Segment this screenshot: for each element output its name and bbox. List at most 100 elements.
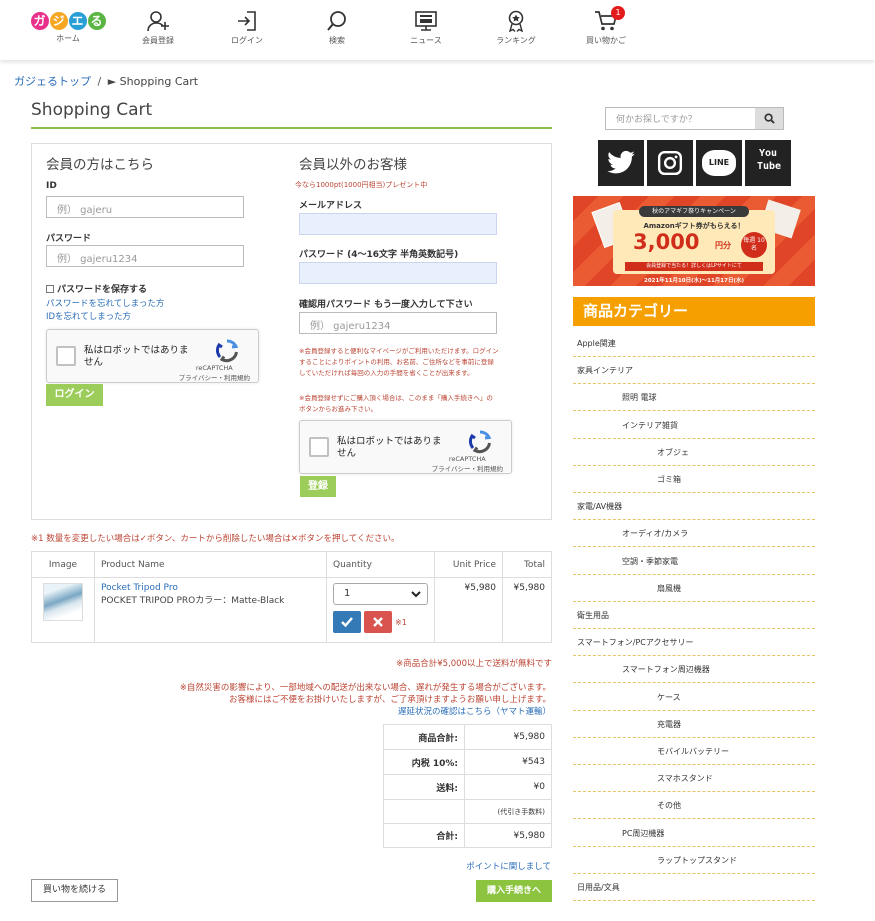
quantity-select[interactable]: 1	[333, 583, 428, 605]
sidebar-category-item[interactable]: モバイルバッテリー	[573, 738, 815, 765]
recaptcha-member: 私はロボットではありません reCAPTCHA プライバシー・利用規約	[46, 329, 259, 383]
nav-ranking[interactable]: ランキング	[476, 10, 556, 46]
search-icon	[763, 113, 775, 124]
email-label: メールアドレス	[299, 201, 363, 211]
recaptcha-brand-text: reCAPTCHA	[195, 364, 233, 372]
logo-letter: る	[87, 12, 106, 30]
guest-password-input[interactable]	[299, 262, 497, 284]
recaptcha-brand-text: reCAPTCHA	[448, 455, 486, 463]
recaptcha-checkbox[interactable]	[56, 346, 76, 366]
nav-cart[interactable]: 買い物かご 1	[566, 6, 646, 46]
breadcrumb-separator: /	[97, 75, 102, 88]
free-shipping-note: ※商品合計¥5,000以上で送料が無料です	[396, 659, 552, 669]
col-product-name: Product Name	[94, 551, 327, 578]
recaptcha-checkbox[interactable]	[309, 437, 329, 457]
sidebar-category-item[interactable]: PC周辺機器	[573, 820, 815, 847]
sidebar-category-item[interactable]: スマートフォン/PCアクセサリー	[573, 629, 815, 657]
summary-value: ¥5,980	[464, 724, 552, 750]
cart-instruction: ※1 数量を変更したい場合は✓ボタン、カートから削除したい場合は✕ボタンを押して…	[31, 534, 400, 544]
nav-news[interactable]: ニュース	[386, 10, 466, 46]
sidebar-category-item[interactable]: 空調・季節家電	[573, 548, 815, 575]
site-header: ガ ジ エ る ホーム 会員登録 ログイン 検索 ニュース ランキング 買い物か…	[0, 0, 875, 60]
register-button[interactable]: 登録	[300, 476, 336, 497]
summary-value: ¥0	[464, 774, 552, 800]
product-link[interactable]: Pocket Tripod Pro	[101, 583, 178, 593]
sidebar-category-item[interactable]: 家具インテリア	[573, 357, 815, 385]
summary-value: ¥543	[464, 749, 552, 775]
nav-search[interactable]: 検索	[297, 10, 377, 46]
recaptcha-links[interactable]: プライバシー・利用規約	[179, 374, 250, 382]
member-heading: 会員の方はこちら	[46, 157, 154, 173]
col-unit-price: Unit Price	[434, 551, 503, 578]
sidebar-category-item[interactable]: インテリア雑貨	[573, 412, 815, 439]
password-label: パスワード	[46, 234, 92, 244]
forgot-password-link[interactable]: パスワードを忘れてしまった方	[46, 297, 164, 309]
member-benefit-note: ※会員登録すると便利なマイページがご利用いただけます。ログインすることによりポイ…	[299, 347, 499, 377]
delivery-delay-link[interactable]: 遅延状況の確認はこちら（ヤマト運輸）	[398, 705, 551, 717]
instagram-icon	[657, 150, 683, 176]
order-summary: 商品合計: ¥5,980 内税 10%: ¥543 送料: ¥0 (代引き手数料) 合…	[383, 724, 552, 848]
sidebar-category-item[interactable]: 扇風機	[573, 575, 815, 602]
sidebar-search: 何かお探しですか？	[605, 107, 784, 130]
logo-home-link[interactable]: ガ ジ エ る ホーム	[28, 12, 108, 44]
sidebar-category-item[interactable]: Apple関連	[573, 330, 815, 357]
sidebar-category-item[interactable]: スマホスタンド	[573, 765, 815, 793]
twitter-link[interactable]	[598, 140, 644, 186]
save-password-checkbox[interactable]	[46, 285, 54, 293]
category-title: 商品カテゴリー	[573, 297, 815, 326]
recaptcha-guest: 私はロボットではありません reCAPTCHA プライバシー・利用規約	[299, 420, 512, 474]
logo-letter: ガ	[30, 12, 49, 30]
sidebar-category-item[interactable]: ケース	[573, 684, 815, 711]
email-input[interactable]	[299, 213, 497, 235]
password-input[interactable]: 例） gajeru1234	[46, 245, 244, 267]
sidebar-category-item[interactable]: 充電器	[573, 711, 815, 738]
update-quantity-button[interactable]	[333, 611, 361, 633]
product-thumbnail[interactable]	[43, 583, 83, 621]
sidebar-category-item[interactable]: 衛生用品	[573, 602, 815, 629]
nav-label: ニュース	[410, 36, 442, 45]
search-icon	[327, 11, 346, 31]
sidebar-category-item[interactable]: ゴミ箱	[573, 466, 815, 493]
banner-top-text: 秋のアマギフ祭りキャンペーン	[639, 206, 749, 217]
points-info-link[interactable]: ポイントに関しまして	[466, 860, 551, 872]
sidebar-category-item[interactable]: オブジェ	[573, 439, 815, 466]
product-name-cell: Pocket Tripod Pro POCKET TRIPOD PROカラー：M…	[94, 577, 327, 643]
guest-heading: 会員以外のお客様	[299, 157, 407, 173]
summary-value: ¥5,980	[464, 823, 552, 848]
forgot-id-link[interactable]: IDを忘れてしまった方	[46, 310, 131, 322]
continue-shopping-button[interactable]: 買い物を続ける	[31, 879, 118, 902]
banner-amount: 3,000	[633, 230, 700, 254]
sidebar-category-item[interactable]: その他	[573, 792, 815, 820]
checkout-button[interactable]: 購入手続きへ	[476, 880, 552, 902]
sidebar-category-item[interactable]: 日用品/文具	[573, 874, 815, 901]
line-link[interactable]: LINE	[696, 140, 742, 186]
confirm-password-label: 確認用パスワード もう一度入力して下さい	[299, 300, 473, 310]
logo-letter: ジ	[49, 12, 68, 30]
id-label: ID	[46, 181, 57, 191]
youtube-link[interactable]: You Tube	[745, 140, 791, 186]
sidebar-category-item[interactable]: 照明 電球	[573, 384, 815, 412]
instagram-link[interactable]	[647, 140, 693, 186]
campaign-banner[interactable]: 秋のアマギフ祭りキャンペーン Amazonギフト券がもらえる！ 3,000 円分…	[573, 196, 815, 286]
user-add-icon	[147, 11, 169, 32]
sidebar-category-item[interactable]: 家電/AV機器	[573, 493, 815, 521]
login-icon	[238, 11, 256, 31]
sidebar-category-item[interactable]: オーディオ/カメラ	[573, 520, 815, 548]
sidebar-search-button[interactable]	[755, 108, 783, 129]
sidebar-search-input[interactable]: 何かお探しですか？	[606, 108, 755, 129]
recaptcha-logo-icon	[468, 430, 492, 454]
sidebar-category-item[interactable]: ラップトップスタンド	[573, 847, 815, 874]
login-button[interactable]: ログイン	[46, 384, 103, 406]
nav-login[interactable]: ログイン	[207, 10, 287, 46]
id-input[interactable]: 例） gajeru	[46, 196, 244, 218]
breadcrumb-home[interactable]: ガジェるトップ	[14, 75, 91, 88]
nav-register[interactable]: 会員登録	[118, 10, 198, 46]
confirm-password-input[interactable]: 例） gajeru1234	[299, 312, 497, 334]
sidebar-category-item[interactable]: スマートフォン周辺機器	[573, 656, 815, 684]
summary-label: 商品合計:	[383, 724, 465, 750]
recaptcha-links[interactable]: プライバシー・利用規約	[432, 465, 503, 473]
remove-item-button[interactable]	[364, 611, 392, 633]
disaster-note-1: ※自然災害の影響により、一部地域への配送が出来ない場合、遅れが発生する場合がござ…	[179, 683, 551, 693]
product-image-cell	[31, 577, 95, 643]
home-label: ホーム	[56, 34, 80, 43]
